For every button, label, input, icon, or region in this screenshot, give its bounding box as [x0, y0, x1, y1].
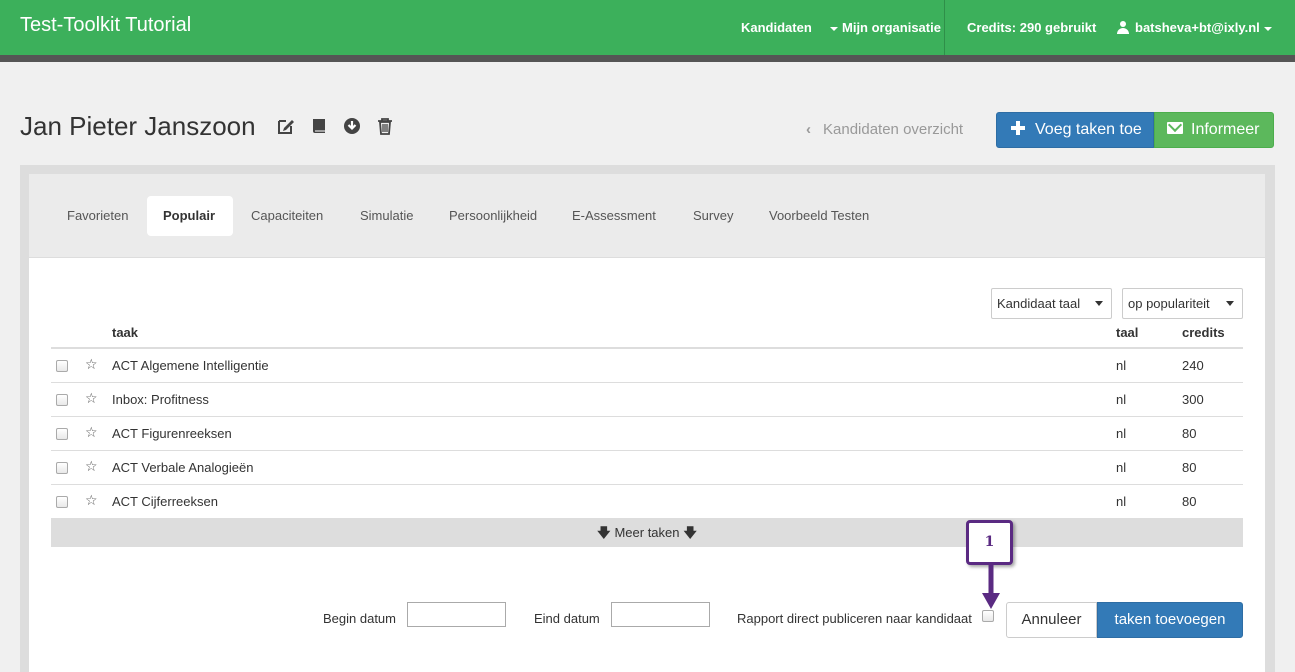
tab-e-assessment[interactable]: E-Assessment: [556, 196, 672, 236]
task-language: nl: [1116, 494, 1127, 509]
table-row: ☆ ACT Cijferreeksen nl 80: [51, 485, 1243, 519]
task-language: nl: [1116, 460, 1127, 475]
column-header-language: taal: [1116, 325, 1139, 340]
page-title: Jan Pieter Janszoon: [20, 111, 256, 141]
tab-survey[interactable]: Survey: [677, 196, 749, 236]
nav-credits: Credits: 290 gebruikt: [967, 20, 1097, 35]
task-name: ACT Figurenreeksen: [112, 426, 232, 441]
row-checkbox[interactable]: [56, 360, 68, 372]
nav-kandidaten[interactable]: Kandidaten: [741, 20, 812, 35]
app-brand[interactable]: Test-Toolkit Tutorial: [20, 14, 191, 37]
tab-persoonlijkheid[interactable]: Persoonlijkheid: [433, 196, 553, 236]
tab-favorieten[interactable]: Favorieten: [51, 196, 144, 236]
task-credits: 80: [1182, 426, 1197, 441]
table-row: ☆ ACT Figurenreeksen nl 80: [51, 417, 1243, 451]
task-credits: 80: [1182, 460, 1197, 475]
task-language: nl: [1116, 358, 1127, 373]
end-date-input[interactable]: [611, 602, 710, 627]
arrow-down-icon: 🡇: [683, 525, 697, 540]
star-icon[interactable]: ☆: [85, 424, 98, 441]
table-row: ☆ ACT Verbale Analogieën nl 80: [51, 451, 1243, 485]
begin-date-input[interactable]: [407, 602, 506, 627]
task-language: nl: [1116, 392, 1127, 407]
row-checkbox[interactable]: [56, 428, 68, 440]
star-icon[interactable]: ☆: [85, 390, 98, 407]
caret-down-icon: [1263, 26, 1272, 31]
navbar-divider: [0, 55, 1295, 62]
table-row: ☆ ACT Algemene Intelligentie nl 240: [51, 349, 1243, 383]
more-tasks-button[interactable]: 🡇 Meer taken 🡇: [51, 519, 1243, 547]
publish-report-checkbox[interactable]: [982, 610, 994, 622]
callout-arrow-icon: [982, 563, 1000, 609]
table-row: ☆ Inbox: Profitness nl 300: [51, 383, 1243, 417]
chevron-left-icon: ‹: [806, 121, 811, 138]
tab-voorbeeld-testen[interactable]: Voorbeeld Testen: [753, 196, 885, 236]
add-tasks-button[interactable]: Voeg taken toe: [996, 112, 1154, 148]
top-navbar: [0, 0, 1295, 55]
task-name: Inbox: Profitness: [112, 392, 209, 407]
nav-mijn-organisatie[interactable]: Mijn organisatie: [826, 20, 941, 35]
task-credits: 300: [1182, 392, 1204, 407]
back-to-candidates-link[interactable]: ‹ Kandidaten overzicht: [806, 121, 963, 138]
step-callout: 1: [966, 520, 1013, 565]
nav-separator: [944, 0, 945, 55]
row-checkbox[interactable]: [56, 462, 68, 474]
end-date-label: Eind datum: [534, 611, 600, 626]
row-checkbox[interactable]: [56, 394, 68, 406]
inform-button[interactable]: Informeer: [1154, 112, 1274, 148]
star-icon[interactable]: ☆: [85, 458, 98, 475]
book-icon[interactable]: [310, 117, 328, 135]
tab-capaciteiten[interactable]: Capaciteiten: [235, 196, 339, 236]
column-header-task: taak: [112, 325, 139, 340]
trash-icon[interactable]: [376, 117, 394, 135]
task-language: nl: [1116, 426, 1127, 441]
begin-date-label: Begin datum: [323, 611, 396, 626]
caret-down-icon: [830, 26, 838, 31]
nav-user-menu[interactable]: batsheva+bt@ixly.nl: [1117, 20, 1276, 35]
task-name: ACT Cijferreeksen: [112, 494, 218, 509]
tab-simulatie[interactable]: Simulatie: [344, 196, 429, 236]
task-credits: 240: [1182, 358, 1204, 373]
user-icon: [1117, 21, 1129, 34]
dropdown-arrow-icon: [1095, 301, 1103, 306]
task-name: ACT Algemene Intelligentie: [112, 358, 269, 373]
dropdown-arrow-icon: [1226, 301, 1234, 306]
language-select[interactable]: Kandidaat taal: [991, 288, 1112, 319]
publish-report-label: Rapport direct publiceren naar kandidaat: [737, 611, 972, 626]
download-icon[interactable]: [343, 117, 361, 135]
plus-icon: [1011, 121, 1025, 135]
star-icon[interactable]: ☆: [85, 492, 98, 509]
column-header-credits: credits: [1182, 325, 1225, 340]
arrow-down-icon: 🡇: [597, 525, 611, 540]
tab-populair[interactable]: Populair: [147, 196, 233, 236]
task-name: ACT Verbale Analogieën: [112, 460, 254, 475]
edit-icon[interactable]: [277, 117, 295, 135]
star-icon[interactable]: ☆: [85, 356, 98, 373]
add-tasks-submit-button[interactable]: taken toevoegen: [1097, 602, 1243, 638]
envelope-icon: [1167, 122, 1183, 134]
task-credits: 80: [1182, 494, 1197, 509]
sort-select[interactable]: op populariteit: [1122, 288, 1243, 319]
cancel-button[interactable]: Annuleer: [1006, 602, 1097, 638]
row-checkbox[interactable]: [56, 496, 68, 508]
